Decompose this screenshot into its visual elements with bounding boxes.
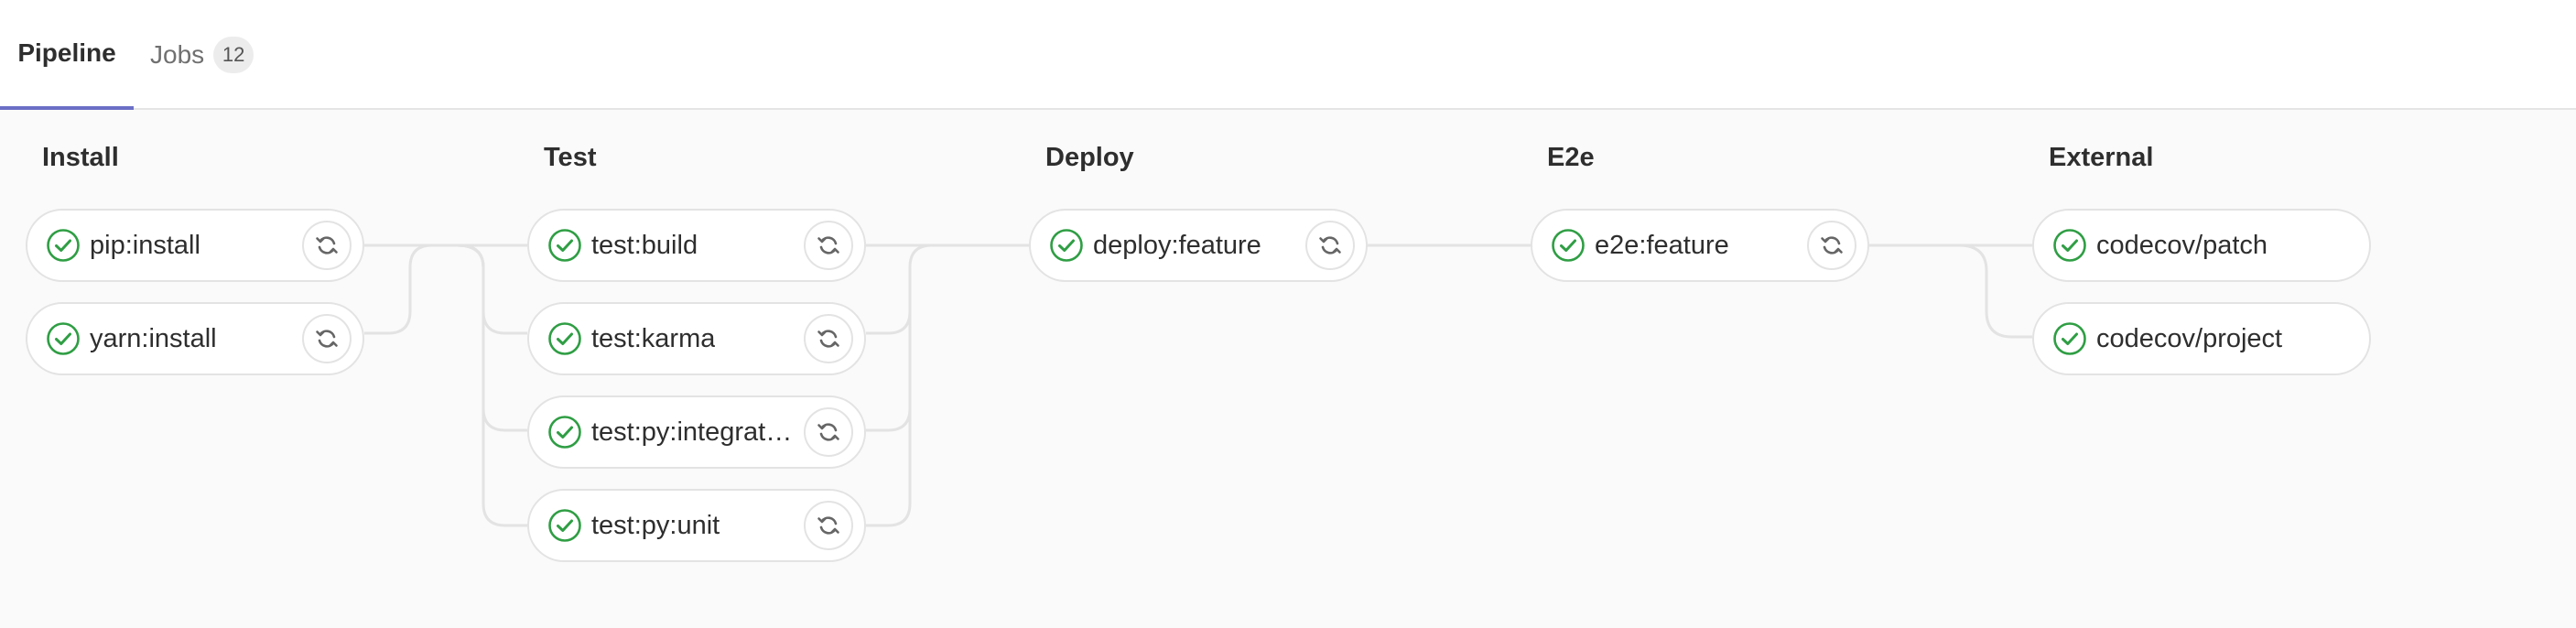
retry-button[interactable] [302,314,352,363]
job-name: test:karma [591,324,716,353]
connector-line [866,244,933,335]
retry-button[interactable] [302,221,352,270]
pipeline-graph: Install pip:install yarn:install Test te… [0,110,2576,628]
retry-button[interactable] [804,221,853,270]
status-success-icon [2053,229,2086,262]
retry-button[interactable] [804,407,853,457]
retry-button[interactable] [804,501,853,550]
connector-line [457,244,527,432]
retry-button[interactable] [1305,221,1355,270]
job-pip-install[interactable]: pip:install [26,209,364,282]
status-success-icon [1552,229,1585,262]
retry-icon [817,423,839,441]
connector-line [364,244,458,335]
job-name: test:py:integrat… [591,417,793,447]
retry-icon [817,236,839,254]
tab-pipeline[interactable]: Pipeline [0,0,134,110]
stage-title: Deploy [1045,143,1134,172]
retry-icon [316,236,338,254]
retry-button[interactable] [804,314,853,363]
status-success-icon [548,322,581,355]
job-test-build[interactable]: test:build [527,209,866,282]
job-name: e2e:feature [1595,231,1729,260]
tab-jobs-label: Jobs [150,40,205,69]
job-test-karma[interactable]: test:karma [527,302,866,375]
retry-icon [1821,236,1843,254]
job-test-py-unit[interactable]: test:py:unit [527,489,866,562]
job-codecov-patch[interactable]: codecov/patch [2032,209,2371,282]
tab-pipeline-label: Pipeline [17,38,116,67]
status-success-icon [548,416,581,449]
status-success-icon [548,229,581,262]
job-yarn-install[interactable]: yarn:install [26,302,364,375]
stage-title: Install [42,143,119,172]
job-deploy-feature[interactable]: deploy:feature [1029,209,1368,282]
job-codecov-project[interactable]: codecov/project [2032,302,2371,375]
job-name: codecov/project [2096,324,2283,353]
status-success-icon [47,322,80,355]
job-test-py-integration[interactable]: test:py:integrat… [527,395,866,469]
stage-title: Test [544,143,597,172]
job-name: pip:install [90,231,200,260]
pipeline-tabs: Pipeline Jobs 12 [0,0,2576,110]
job-name: codecov/patch [2096,231,2268,260]
job-name: yarn:install [90,324,217,353]
retry-icon [316,330,338,348]
connector-line [457,244,527,335]
connector-line [866,267,912,432]
status-success-icon [548,509,581,542]
connector-line [866,267,912,527]
retry-button[interactable] [1807,221,1856,270]
tab-jobs[interactable]: Jobs 12 [150,0,254,110]
job-name: deploy:feature [1093,231,1261,260]
connector-line [1958,244,2032,339]
connector-line [457,244,527,527]
jobs-count-badge: 12 [213,37,254,73]
stage-title: External [2049,143,2154,172]
job-name: test:py:unit [591,511,720,540]
stage-title: E2e [1547,143,1595,172]
status-success-icon [47,229,80,262]
job-e2e-feature[interactable]: e2e:feature [1531,209,1869,282]
job-name: test:build [591,231,698,260]
retry-icon [1319,236,1341,254]
status-success-icon [2053,322,2086,355]
retry-icon [817,330,839,348]
status-success-icon [1050,229,1083,262]
retry-icon [817,516,839,535]
